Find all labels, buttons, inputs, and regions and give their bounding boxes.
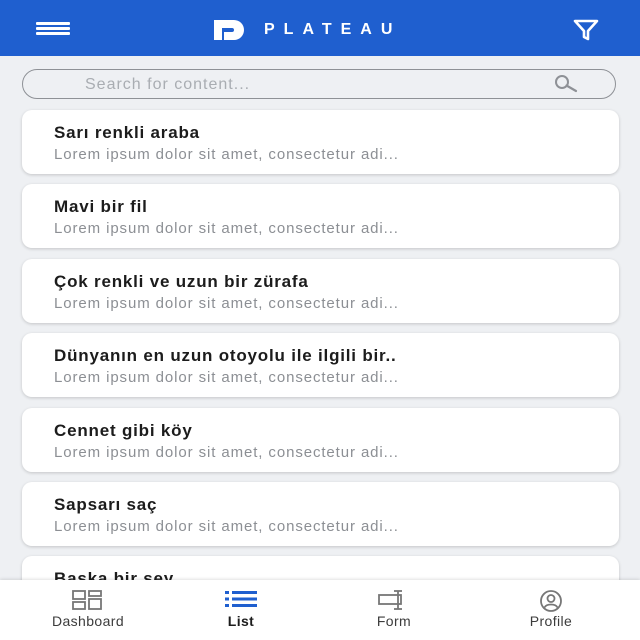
item-subtitle: Lorem ipsum dolor sit amet, consectetur … xyxy=(54,295,399,312)
item-subtitle: Lorem ipsum dolor sit amet, consectetur … xyxy=(54,369,399,386)
menu-line xyxy=(36,22,70,25)
profile-icon xyxy=(540,590,562,612)
search-icon[interactable] xyxy=(551,73,581,95)
menu-line xyxy=(36,27,70,30)
nav-label: Form xyxy=(376,613,412,629)
search-input[interactable] xyxy=(83,74,527,96)
filter-icon[interactable] xyxy=(572,18,600,42)
nav-tab-dashboard[interactable]: Dashboard xyxy=(18,580,158,640)
brand-name: PLATEAU xyxy=(264,21,402,38)
dashboard-icon xyxy=(72,590,102,610)
item-title: Çok renkli ve uzun bir zürafa xyxy=(54,272,309,291)
item-title: Dünyanın en uzun otoyolu ile ilgili bir.… xyxy=(54,346,397,365)
item-title: Sarı renkli araba xyxy=(54,123,200,142)
hamburger-menu-button[interactable] xyxy=(36,22,70,36)
nav-tab-form[interactable]: Form xyxy=(324,580,464,640)
list-item[interactable]: Sapsarı saç Lorem ipsum dolor sit amet, … xyxy=(22,482,619,546)
item-subtitle: Lorem ipsum dolor sit amet, consectetur … xyxy=(54,220,399,237)
item-title: Sapsarı saç xyxy=(54,495,158,514)
bottom-navigation: Dashboard List Form Profile xyxy=(0,580,640,640)
search-bar xyxy=(22,69,616,99)
list-item[interactable]: Mavi bir fil Lorem ipsum dolor sit amet,… xyxy=(22,184,619,248)
nav-label: List xyxy=(227,613,255,629)
item-title: Cennet gibi köy xyxy=(54,421,193,440)
nav-tab-profile[interactable]: Profile xyxy=(481,580,621,640)
nav-tab-list[interactable]: List xyxy=(171,580,311,640)
list-item[interactable]: Cennet gibi köy Lorem ipsum dolor sit am… xyxy=(22,408,619,472)
list-item[interactable]: Çok renkli ve uzun bir zürafa Lorem ipsu… xyxy=(22,259,619,323)
app-header: PLATEAU xyxy=(0,0,640,56)
list-item[interactable]: Dünyanın en uzun otoyolu ile ilgili bir.… xyxy=(22,333,619,397)
item-subtitle: Lorem ipsum dolor sit amet, consectetur … xyxy=(54,444,399,461)
nav-label: Dashboard xyxy=(51,613,125,629)
plateau-logo-icon xyxy=(214,20,244,40)
item-title: Mavi bir fil xyxy=(54,197,148,216)
nav-label: Profile xyxy=(529,613,573,629)
item-subtitle: Lorem ipsum dolor sit amet, consectetur … xyxy=(54,518,399,535)
list-item[interactable]: Sarı renkli araba Lorem ipsum dolor sit … xyxy=(22,110,619,174)
menu-line xyxy=(36,32,70,35)
brand-logo[interactable]: PLATEAU xyxy=(212,18,401,42)
list-icon xyxy=(225,591,257,607)
item-subtitle: Lorem ipsum dolor sit amet, consectetur … xyxy=(54,146,399,163)
form-icon xyxy=(378,590,402,610)
